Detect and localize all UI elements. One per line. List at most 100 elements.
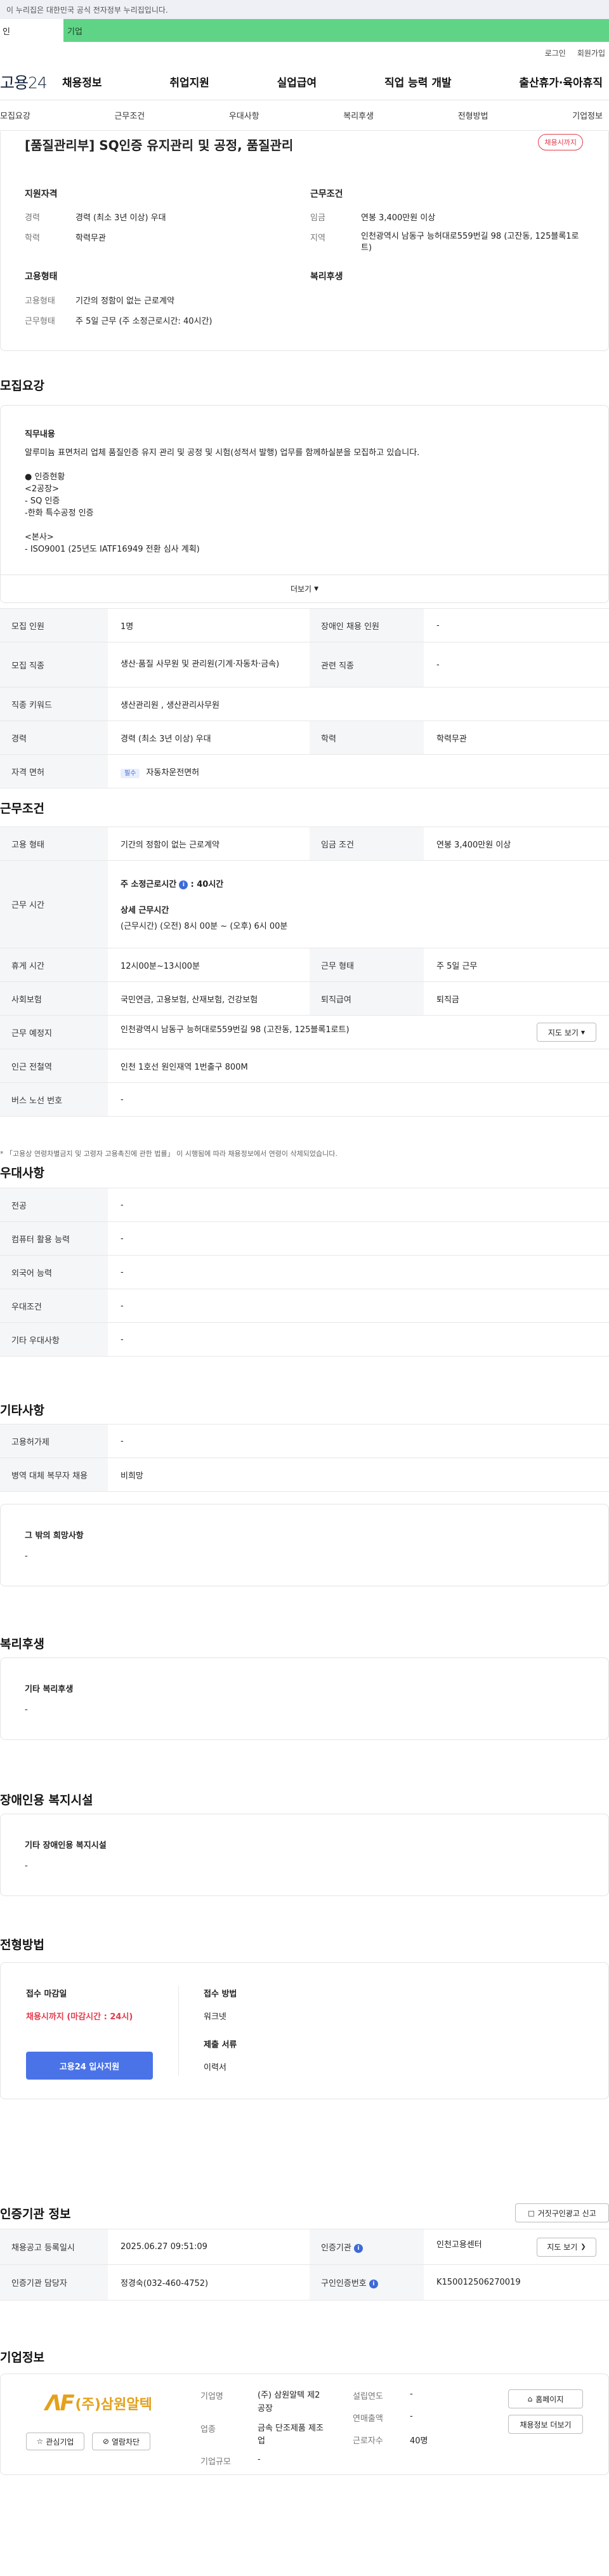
gnb-item-employment-support[interactable]: 취업지원 [169,74,209,90]
gnb-item-jobs[interactable]: 채용정보 [62,74,102,90]
info-icon[interactable]: i [353,2243,363,2253]
work-row-label: 근무 시간 [0,860,108,948]
welfare-heading: 복리후생 [310,272,343,282]
other-hope-heading: 그 밖의 희망사항 [25,1531,84,1541]
apply-button[interactable]: 고용24 입사지원 [26,2052,153,2080]
company-info-right: 설립연도 - 연매출액 - 근로자수 40명 [353,2389,467,2446]
tab-preferences[interactable]: 우대사항 [229,109,259,121]
other-hope-card: 그 밖의 희망사항 - [0,1504,609,1586]
employ-heading: 고용형태 [25,272,58,282]
work-section: 근무조건 고용 형태 기간의 정함이 없는 근로계약 임금 조건 연봉 3,400만원… [0,799,609,1164]
process-card: 접수 마감일 채용시까지 (마감시간 : 24시) 고용24 입사지원 접수 방… [0,1962,609,2099]
more-jobs-label: 채용정보 더보기 [520,2420,572,2429]
pref-section: 우대사항 전공 - 컴퓨터 활용 능력 - 외국어 능력 - 우대조건 - 기타 우대사… [0,1164,609,1401]
favorite-label: 관심기업 [46,2437,74,2447]
duty-line: -한화 특수공정 인증 [25,508,94,518]
info-icon[interactable]: i [179,880,188,889]
map-button[interactable]: 지도 보기 ▼ [537,1023,596,1042]
etc-section: 기타사항 고용허가제 - 병역 대체 복무자 채용 비희망 그 밖의 희망사항 - [0,1401,609,1635]
favorite-company-button[interactable]: ☆ 관심기업 [26,2433,84,2450]
tab-recruit[interactable]: 모집요강 [0,109,30,121]
gnb-item-parental-leave[interactable]: 출산휴가·육아휴직 [519,74,603,90]
method-heading: 접수 방법 [204,1989,237,1999]
employ-list: 고용형태 기간의 정함이 없는 근로계약 근무형태 주 5일 근무 (주 소정근로시… [25,294,310,335]
duty-line [25,459,589,471]
tab-company[interactable]: 기업정보 [572,109,609,121]
map-button-label: 지도 보기 [547,1028,579,1037]
work-row-value: 기간의 정함이 없는 근로계약 [108,827,310,861]
gnb-item-unemployment-benefit[interactable]: 실업급여 [277,74,317,90]
tab-welfare[interactable]: 복리후생 [343,109,374,121]
recruit-table: 모집 인원 1명 장애인 채용 인원 - 모집 직종 생산·품질 사무원 및 관리원(기… [0,608,609,788]
pref-row-label: 우대조건 [0,1289,108,1323]
disab-card-value: - [25,1861,28,1871]
job-title: [품질관리부] SQ인증 유지관리 및 공정, 품질관리 [25,138,294,153]
license-value: 자동차운전면허 [146,767,200,778]
docs-value: 이력서 [204,2063,226,2073]
work-table: 고용 형태 기간의 정함이 없는 근로계약 임금 조건 연봉 3,400만원 이상 근… [0,827,609,1117]
agency-row-value: 2025.06.27 09:51:09 [108,2229,310,2265]
more-button[interactable]: 더보기 ▼ [1,574,608,602]
company-info-value: 40명 [410,2436,428,2446]
report-icon: □ [528,2208,535,2217]
detail-hours-label: 상세 근무시간 [121,906,169,915]
duty-line: - ISO9001 (25년도 IATF16949 전환 심사 계획) [25,545,200,554]
site-logo[interactable]: 고용24 [0,70,62,93]
chevron-down-icon: ▼ [580,1029,586,1035]
recruit-row-label: 관련 직종 [310,642,424,687]
work-row-label: 버스 노선 번호 [0,1082,108,1117]
top-tab-personal[interactable]: 인 [0,19,63,42]
recruit-title: 모집요강 [0,379,44,393]
recruit-row-value: 경력 (최소 3년 이상) 우대 [108,720,310,755]
apply-button-label: 고용24 입사지원 [59,2062,120,2072]
agency-map-button[interactable]: 지도 보기 ❯ [537,2237,596,2257]
company-info-label: 기업규모 [200,2457,231,2467]
etc-row-label: 고용허가제 [0,1424,108,1458]
recruit-row-label: 모집 인원 [0,608,108,642]
info-icon[interactable]: i [369,2279,378,2288]
agency-row-label: 구인인증번호 [321,2279,367,2288]
report-button-label: 거짓구인광고 신고 [537,2208,596,2218]
weekly-hours-label: 주 소정근로시간 [121,880,177,889]
report-button[interactable]: □ 거짓구인광고 신고 [515,2203,609,2222]
docs-heading: 제출 서류 [204,2040,237,2050]
recruit-row-label: 학력 [310,720,424,755]
work-row-value: 12시00분~13시00분 [108,948,310,982]
cond-value: 연봉 3,400만원 이상 [361,213,436,223]
recruit-section: 모집요강 직무내용 알루미늄 표면처리 업체 품질인증 유지 관리 및 공정 및… [0,351,609,799]
pref-row-value: - [108,1289,609,1323]
block-view-button[interactable]: ⊘ 열람차단 [92,2433,150,2450]
company-card: ΛF (주)삼원알텍 ☆ 관심기업 ⊘ 열람차단 기업명 (주) 삼원알텍 제2공장 … [0,2374,609,2475]
cond-heading: 근무조건 [310,189,343,199]
home-icon: ⌂ [527,2394,533,2403]
employ-value: 기간의 정함이 없는 근로계약 [75,296,174,306]
duty-line: - SQ 인증 [25,496,60,506]
more-jobs-button[interactable]: 채용정보 더보기 [508,2415,583,2434]
pref-row-label: 전공 [0,1188,108,1222]
login-link[interactable]: 로그인 [545,48,566,58]
tab-conditions[interactable]: 근무조건 [114,109,145,121]
employ-label: 고용형태 [25,296,55,306]
process-title: 전형방법 [0,1938,44,1952]
status-badge: 채용시까지 [538,134,583,150]
gnb-menu: 채용정보 취업지원 실업급여 직업 능력 개발 출산휴가·육아휴직 [62,74,609,90]
tab-process[interactable]: 전형방법 [458,109,488,121]
signup-link[interactable]: 회원가입 [577,48,605,58]
homepage-button[interactable]: ⌂ 홈페이지 [508,2389,583,2408]
pref-row-label: 컴퓨터 활용 능력 [0,1221,108,1256]
work-row-value: 연봉 3,400만원 이상 [424,827,609,861]
gnb-item-training[interactable]: 직업 능력 개발 [384,74,452,90]
pref-row-value: - [108,1188,609,1222]
company-info-label: 기업명 [200,2392,223,2401]
duty-text: 알루미늄 표면처리 업체 품질인증 유지 관리 및 공정 및 시험(성적서 발행… [25,447,589,555]
work-row-label: 근무 형태 [310,948,424,982]
top-tab-company[interactable]: 기업 [63,19,609,42]
agency-row-value: 정경숙(032-460-4752) [108,2264,310,2300]
duty-card: 직무내용 알루미늄 표면처리 업체 품질인증 유지 관리 및 공정 및 시험(성… [0,405,609,603]
cond-label: 지역 [310,234,325,243]
work-row-value: - [108,1082,609,1117]
work-title: 근무조건 [0,802,44,816]
work-row-value: 인천 1호선 원인재역 1번출구 800M [108,1049,609,1083]
age-law-note: * 「고용상 연령차별금지 및 고령자 고용촉진에 관한 법률」 이 시행됨에 … [0,1150,337,1158]
duty-line [25,519,589,531]
